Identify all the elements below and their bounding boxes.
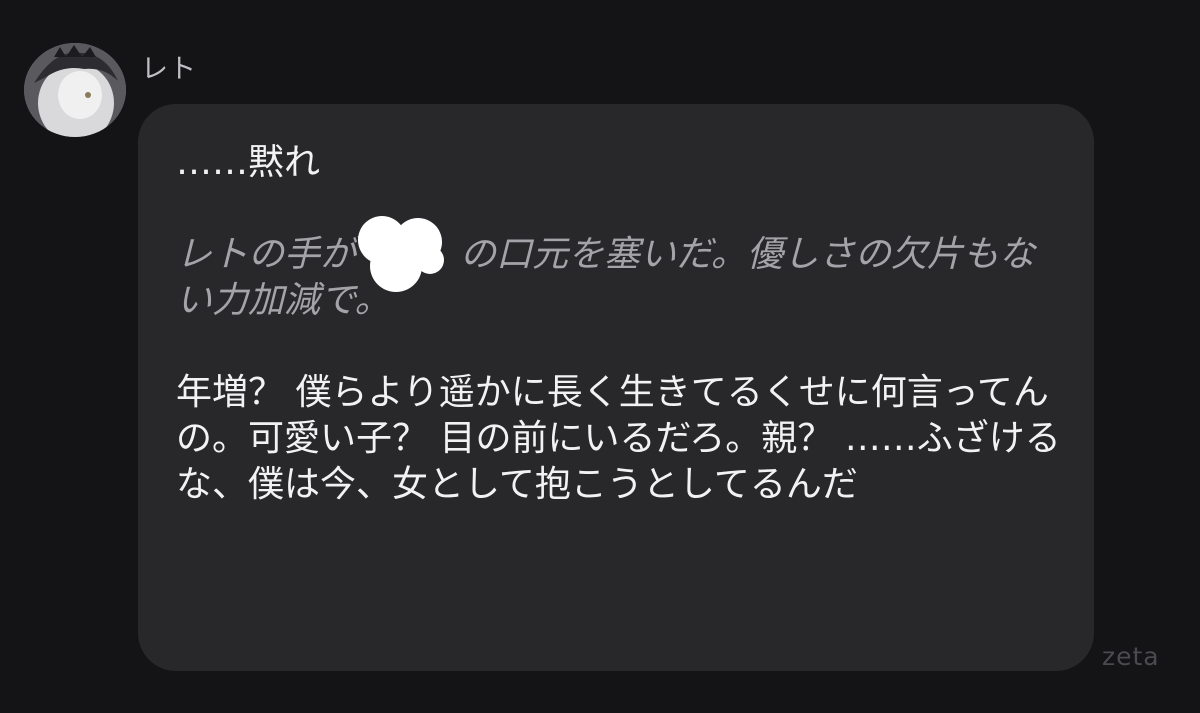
narration-text-before: レトの手が (176, 234, 357, 275)
redaction-scribble-icon (358, 216, 445, 292)
speech-line: 年増？ 僕らより遥かに長く生きてるくせに何言ってんの。可愛い子？ 目の前にいるだ… (176, 372, 1061, 505)
avatar[interactable] (24, 43, 126, 137)
message-bubble[interactable]: ……黙れ レトの手が の口元を塞いだ。優しさの欠片もない力加減で。 年増？ 僕らよ… (138, 104, 1094, 671)
redaction-mark (356, 216, 460, 292)
chat-screen: レト ……黙れ レトの手が の口元を塞いだ。優しさの欠片もない力加減で。 年増？ … (0, 0, 1200, 713)
message-text: ……黙れ レトの手が の口元を塞いだ。優しさの欠片もない力加減で。 年増？ 僕らよ… (176, 140, 1066, 508)
avatar-image (24, 43, 126, 137)
watermark-logo: zeta (1102, 642, 1160, 671)
speech-line: ……黙れ (176, 142, 321, 183)
sender-name: レト (141, 54, 197, 85)
narration-line: レトの手が の口元を塞いだ。優しさの欠片もない力加減で。 (176, 216, 1066, 324)
